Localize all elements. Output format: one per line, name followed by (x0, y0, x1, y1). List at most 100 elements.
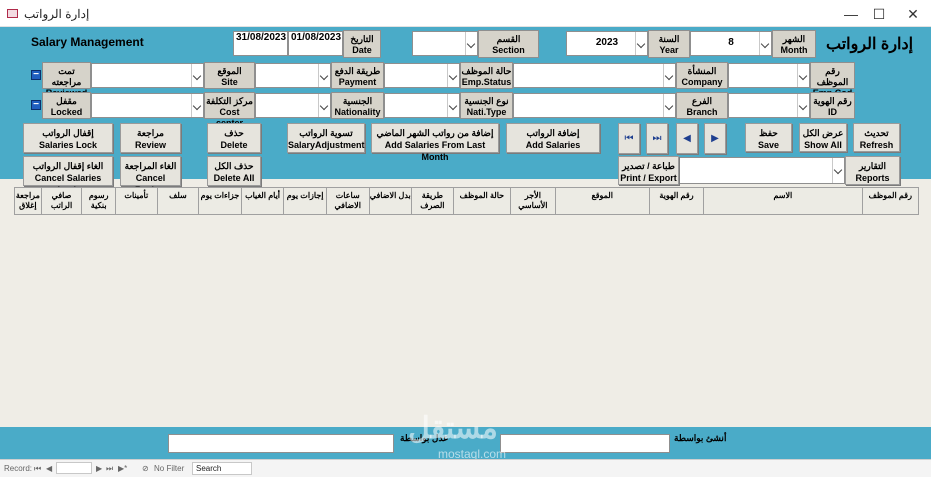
section-select[interactable] (412, 31, 478, 56)
delete-all-button[interactable]: حذف الكل Delete All (207, 156, 261, 186)
date-from-field[interactable]: 01/08/2023 (288, 31, 343, 56)
minimize-button[interactable]: — (836, 4, 866, 24)
maximize-button[interactable]: ☐ (864, 4, 894, 24)
last-record-icon[interactable]: ⏭ (646, 123, 668, 154)
month-label-ar: الشهر (782, 34, 806, 44)
salary-adjustment-button[interactable]: تسوية الرواتب SalaryAdjustment (287, 123, 365, 153)
column-header[interactable]: الاسم (704, 187, 863, 215)
refresh-button[interactable]: تحديث Refresh (853, 123, 900, 152)
reports-button[interactable]: التقارير Reports (845, 156, 900, 185)
branch-label-en: Branch (686, 107, 718, 117)
chevron-down-icon[interactable] (663, 94, 675, 117)
last-record-nav-icon[interactable]: ⏭ (106, 464, 113, 474)
collapse-locked-button[interactable]: − (31, 100, 41, 110)
no-filter-indicator[interactable]: No Filter (154, 464, 184, 473)
prev-record-icon[interactable]: ◀ (676, 123, 698, 154)
emp-status-select[interactable] (384, 63, 460, 88)
cost-center-select[interactable] (91, 93, 204, 118)
salary-grid-header: مراجعة إغلاق صافي الراتب رسوم بنكية تأمي… (14, 187, 920, 215)
add-salaries-button[interactable]: إضافة الرواتب Add Salaries (506, 123, 600, 153)
column-header[interactable]: رقم الموظف (862, 187, 920, 215)
record-number-input[interactable] (56, 462, 92, 474)
chevron-down-icon[interactable] (797, 94, 809, 117)
branch-select[interactable] (513, 93, 676, 118)
prev-record-nav-icon[interactable]: ◀ (46, 464, 52, 473)
chevron-down-icon[interactable] (663, 64, 675, 87)
column-header[interactable]: بدل الاضافي (369, 187, 413, 215)
chevron-down-icon[interactable] (447, 94, 459, 117)
next-record-nav-icon[interactable]: ▶ (96, 464, 102, 473)
date-to-field[interactable]: 31/08/2023 (233, 31, 288, 56)
branch-label: الفرع Branch (676, 92, 728, 119)
delete-button[interactable]: حذف Delete (207, 123, 261, 153)
chevron-down-icon[interactable] (635, 32, 647, 55)
chevron-down-icon[interactable] (191, 94, 203, 117)
cancel-review-button[interactable]: الغاء المراجعة Cancel Review (120, 156, 181, 195)
column-header[interactable]: الأجر الأساسي (511, 187, 556, 215)
branch-label-ar: الفرع (691, 96, 713, 106)
year-select[interactable]: 2023 (566, 31, 648, 56)
first-record-icon[interactable]: ⏮ (618, 123, 640, 154)
add-last-month-label-en: Add Salaries From Last Month (384, 140, 486, 162)
column-header[interactable]: الموقع (555, 187, 650, 215)
show-all-button[interactable]: عرض الكل Show All (799, 123, 847, 152)
delete-label-en: Delete (220, 140, 248, 150)
next-record-icon[interactable]: ▶ (704, 123, 726, 154)
column-header[interactable]: طريقة الصرف (412, 187, 454, 215)
form-title-ar: إدارة الرواتب (826, 36, 914, 53)
watermark-logo: مستقل (408, 412, 498, 445)
collapse-reviewed-button[interactable]: − (31, 70, 41, 80)
column-header[interactable]: تأمينات (116, 187, 158, 215)
column-header[interactable]: حالة الموظف (453, 187, 512, 215)
column-header[interactable]: سلف (157, 187, 200, 215)
column-header[interactable]: رقم الهوية (649, 187, 705, 215)
print-export-button[interactable]: طباعة / تصدير Print / Export (618, 156, 679, 185)
payment-select[interactable] (255, 63, 331, 88)
chevron-down-icon[interactable] (465, 32, 477, 55)
salaries-lock-button[interactable]: إقفال الرواتب Salaries Lock (23, 123, 113, 153)
month-value: 8 (728, 37, 734, 48)
chevron-down-icon[interactable] (832, 158, 844, 183)
chevron-down-icon[interactable] (191, 64, 203, 87)
id-label: رقم الهوية ID (810, 92, 855, 119)
column-header[interactable]: إجازات يوم (284, 187, 327, 215)
chevron-down-icon[interactable] (797, 64, 809, 87)
payment-label-en: Payment (338, 77, 377, 87)
site-label: الموقع Site (204, 62, 255, 89)
edited-by-field[interactable] (168, 434, 394, 453)
nati-type-select[interactable] (384, 93, 460, 118)
id-select[interactable] (728, 93, 810, 118)
emp-code-select[interactable] (728, 63, 810, 88)
add-from-last-month-button[interactable]: إضافة من رواتب الشهر الماضي Add Salaries… (371, 123, 499, 162)
chevron-down-icon[interactable] (318, 64, 330, 87)
column-header[interactable]: أيام الغياب (241, 187, 285, 215)
column-header[interactable]: جزاءات يوم (199, 187, 242, 215)
column-header[interactable]: ساعات الاضافي (326, 187, 370, 215)
emp-status-label: حالة الموظف Emp.Status (460, 62, 513, 89)
search-box[interactable]: Search (192, 462, 252, 475)
app-window: إدارة الرواتب — ☐ ✕ Salary Management إد… (0, 0, 931, 477)
created-by-field[interactable] (500, 434, 670, 453)
chevron-down-icon[interactable] (447, 64, 459, 87)
nationality-select[interactable] (255, 93, 331, 118)
new-record-nav-icon[interactable]: ▶* (118, 464, 127, 473)
nati-type-label-ar: نوع الجنسية (464, 96, 509, 106)
save-button[interactable]: حفظ Save (745, 123, 792, 152)
column-header[interactable]: مراجعة إغلاق (14, 187, 42, 215)
column-header[interactable]: رسوم بنكية (82, 187, 116, 215)
first-record-nav-icon[interactable]: ⏮ (34, 464, 41, 474)
record-label: Record: (4, 464, 33, 473)
emp-code-label: رقم الموظف Emp.Cod (810, 62, 855, 98)
month-label-en: Month (780, 45, 808, 55)
column-header[interactable]: صافي الراتب (41, 187, 83, 215)
chevron-down-icon[interactable] (318, 94, 330, 117)
chevron-down-icon[interactable] (759, 32, 771, 55)
reports-select[interactable] (679, 157, 845, 184)
emp-code-label-ar: رقم الموظف (816, 66, 849, 87)
month-select[interactable]: 8 (690, 31, 772, 56)
cancel-salaries-lock-button[interactable]: الغاء إقفال الرواتب Cancel Salaries Lock (23, 156, 113, 195)
company-select[interactable] (513, 63, 676, 88)
close-button[interactable]: ✕ (898, 4, 928, 24)
review-button[interactable]: مراجعة Review (120, 123, 181, 153)
site-select[interactable] (91, 63, 204, 88)
